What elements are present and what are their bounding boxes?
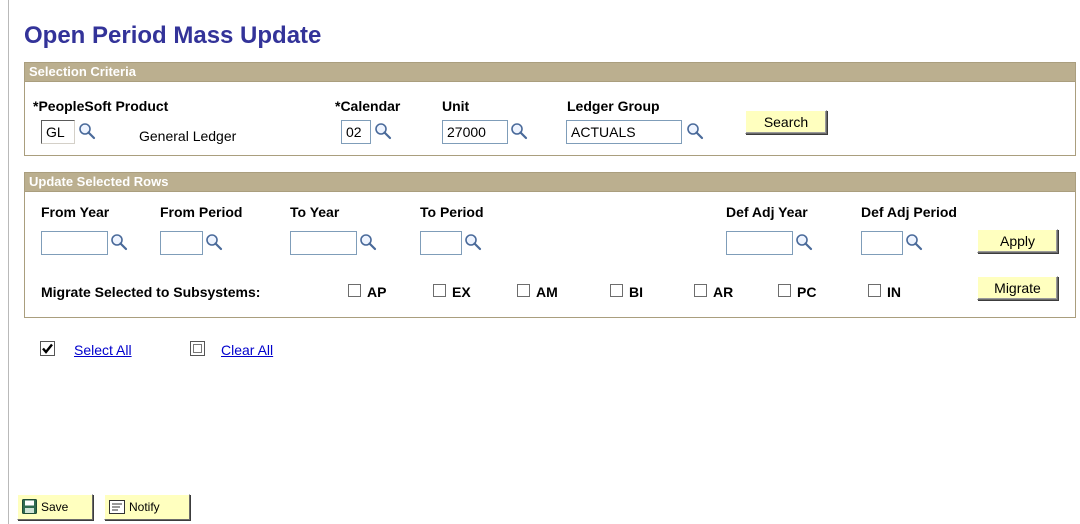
notify-button[interactable]: Notify (104, 494, 190, 520)
subsystem-am-checkbox[interactable] (517, 284, 530, 297)
product-lookup-icon[interactable] (78, 122, 96, 140)
subsystem-bi-label: BI (629, 284, 643, 300)
subsystem-ap-checkbox[interactable] (348, 284, 361, 297)
subsystem-pc-label: PC (797, 284, 817, 300)
to-year-lookup-icon[interactable] (359, 233, 377, 251)
ledger-group-label: Ledger Group (567, 98, 660, 114)
subsystem-ar-label: AR (713, 284, 734, 300)
from-period-lookup-icon[interactable] (205, 233, 223, 251)
unit-input[interactable]: 27000 (442, 120, 508, 144)
subsystem-pc-checkbox[interactable] (778, 284, 791, 297)
ledger-group-input[interactable]: ACTUALS (566, 120, 682, 144)
selection-criteria-header: Selection Criteria (25, 63, 1075, 82)
to-period-lookup-icon[interactable] (464, 233, 482, 251)
search-button[interactable]: Search (745, 110, 827, 134)
subsystem-in-label: IN (887, 284, 901, 300)
peoplesoft-product-input[interactable]: GL (41, 120, 75, 144)
page-title: Open Period Mass Update (24, 22, 322, 49)
unit-label: Unit (442, 98, 470, 114)
from-period-label: From Period (160, 204, 243, 220)
subsystem-ar-checkbox[interactable] (694, 284, 707, 297)
calendar-input[interactable]: 02 (341, 120, 371, 144)
unit-lookup-icon[interactable] (510, 122, 528, 140)
subsystem-ap-label: AP (367, 284, 387, 300)
migrate-subsystems-label: Migrate Selected to Subsystems: (41, 284, 261, 300)
select-all-checked-icon[interactable] (40, 341, 55, 356)
subsystem-ex-checkbox[interactable] (433, 284, 446, 297)
def-adj-period-lookup-icon[interactable] (905, 233, 923, 251)
from-year-input[interactable] (41, 231, 108, 255)
to-year-input[interactable] (290, 231, 357, 255)
notify-note-icon (109, 500, 125, 514)
to-period-label: To Period (420, 204, 484, 220)
calendar-lookup-icon[interactable] (374, 122, 392, 140)
peoplesoft-product-label: *PeopleSoft Product (33, 98, 169, 114)
calendar-label: *Calendar (335, 98, 401, 114)
def-adj-year-label: Def Adj Year (726, 204, 808, 220)
def-adj-period-label: Def Adj Period (861, 204, 957, 220)
subsystem-bi-checkbox[interactable] (610, 284, 623, 297)
subsystem-am-label: AM (536, 284, 558, 300)
floppy-disk-icon (22, 499, 37, 514)
migrate-button[interactable]: Migrate (977, 276, 1058, 300)
apply-button[interactable]: Apply (977, 229, 1058, 253)
from-year-lookup-icon[interactable] (110, 233, 128, 251)
to-year-label: To Year (290, 204, 340, 220)
left-frame-border (8, 0, 9, 524)
clear-all-box-icon[interactable] (190, 341, 205, 356)
save-button[interactable]: Save (17, 494, 93, 520)
update-selected-rows-header: Update Selected Rows (25, 173, 1075, 192)
def-adj-period-input[interactable] (861, 231, 903, 255)
select-all-link[interactable]: Select All (74, 342, 132, 358)
subsystem-in-checkbox[interactable] (868, 284, 881, 297)
product-description: General Ledger (139, 128, 237, 144)
notify-button-label: Notify (129, 500, 160, 514)
def-adj-year-input[interactable] (726, 231, 793, 255)
from-year-label: From Year (41, 204, 110, 220)
subsystem-ex-label: EX (452, 284, 471, 300)
to-period-input[interactable] (420, 231, 462, 255)
def-adj-year-lookup-icon[interactable] (795, 233, 813, 251)
clear-all-link[interactable]: Clear All (221, 342, 273, 358)
from-period-input[interactable] (160, 231, 203, 255)
ledger-group-lookup-icon[interactable] (686, 122, 704, 140)
save-button-label: Save (41, 500, 69, 514)
